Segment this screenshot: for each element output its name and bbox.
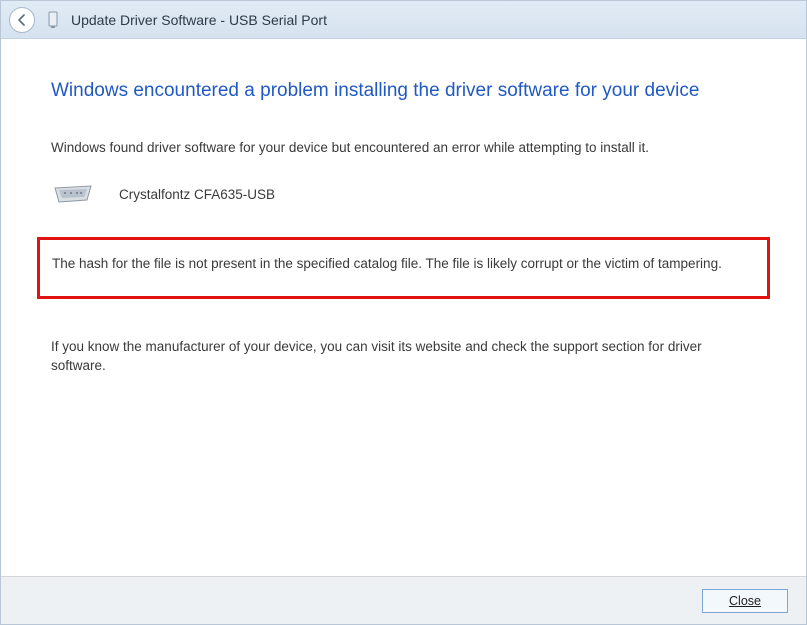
window-title: Update Driver Software - USB Serial Port <box>71 12 327 28</box>
dialog-footer: Close <box>1 576 806 624</box>
help-text: If you know the manufacturer of your dev… <box>51 337 756 376</box>
device-name: Crystalfontz CFA635-USB <box>119 187 275 202</box>
back-button[interactable] <box>9 7 35 33</box>
device-row: Crystalfontz CFA635-USB <box>51 179 756 209</box>
error-highlight-box: The hash for the file is not present in … <box>37 237 770 299</box>
device-small-icon <box>45 10 61 30</box>
content-area: Windows encountered a problem installing… <box>1 39 806 576</box>
dialog-window: Update Driver Software - USB Serial Port… <box>0 0 807 625</box>
error-message: The hash for the file is not present in … <box>52 254 755 274</box>
intro-text: Windows found driver software for your d… <box>51 138 756 158</box>
arrow-left-icon <box>15 13 29 27</box>
titlebar: Update Driver Software - USB Serial Port <box>1 1 806 39</box>
page-heading: Windows encountered a problem installing… <box>51 79 756 104</box>
serial-port-icon <box>51 179 95 209</box>
close-button[interactable]: Close <box>702 589 788 613</box>
